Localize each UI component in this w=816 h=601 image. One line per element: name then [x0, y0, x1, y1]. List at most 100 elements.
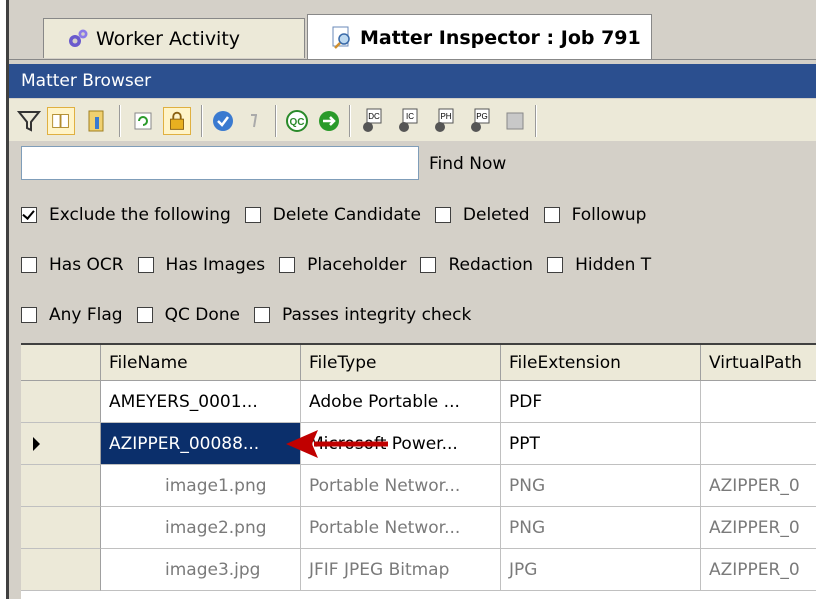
checkbox[interactable] — [244, 207, 261, 223]
checkbox[interactable] — [21, 257, 37, 273]
filter-delete-candidate[interactable]: Delete Candidate — [244, 205, 421, 225]
filter-followup[interactable]: Followup — [543, 205, 646, 225]
cell-virtualpath[interactable] — [701, 381, 816, 423]
checkbox[interactable] — [21, 207, 37, 223]
tab-divider — [9, 59, 816, 60]
toolbar-separator — [119, 105, 121, 137]
refresh-icon[interactable] — [129, 107, 157, 135]
cell-virtualpath[interactable]: AZIPPER_0 — [701, 465, 816, 507]
checkbox[interactable] — [420, 257, 437, 273]
cell-virtualpath[interactable]: AZIPPER_0 — [701, 549, 816, 591]
filter-passes-integrity[interactable]: Passes integrity check — [253, 305, 472, 325]
checkbox[interactable] — [136, 307, 153, 323]
checkbox[interactable] — [253, 307, 270, 323]
cell-fileextension[interactable]: JPG — [501, 549, 701, 591]
table-row-selected[interactable]: AZIPPER_00088... Microsoft Power... PPT — [21, 423, 816, 465]
find-now-button[interactable]: Find Now — [429, 150, 506, 178]
filter-label: Hidden T — [575, 255, 652, 275]
qc-icon[interactable]: QC — [283, 107, 311, 135]
book-icon[interactable] — [47, 107, 75, 135]
filter-label: Exclude the following — [49, 205, 231, 225]
column-header-filename[interactable]: FileName — [101, 345, 301, 381]
cell-fileextension[interactable]: PNG — [501, 507, 701, 549]
ph-icon[interactable]: PH — [431, 107, 459, 135]
pg-icon[interactable]: PG — [467, 107, 495, 135]
filter-label: QC Done — [164, 305, 240, 325]
table-row[interactable]: image2.png Portable Networ... PNG AZIPPE… — [21, 507, 816, 549]
filter-label: Has Images — [165, 255, 266, 275]
find-input[interactable] — [21, 146, 419, 180]
filter-placeholder[interactable]: Placeholder — [279, 255, 406, 275]
filter-any-flag[interactable]: Any Flag — [21, 305, 123, 325]
svg-text:PH: PH — [440, 112, 451, 121]
column-header-fileextension[interactable]: FileExtension — [501, 345, 701, 381]
ic-icon[interactable]: IC — [395, 107, 423, 135]
undo-icon[interactable] — [241, 107, 269, 135]
cell-filetype[interactable]: Portable Networ... — [301, 507, 501, 549]
filter-label: Has OCR — [49, 255, 124, 275]
table-row[interactable]: image1.png Portable Networ... PNG AZIPPE… — [21, 465, 816, 507]
toolbar-separator — [535, 105, 537, 137]
checkbox[interactable] — [434, 207, 451, 223]
cell-virtualpath[interactable] — [701, 423, 816, 465]
table-row[interactable]: AMEYERS_0001... Adobe Portable ... PDF — [21, 381, 816, 423]
cell-filename[interactable]: image3.jpg — [101, 549, 301, 591]
column-header-filetype[interactable]: FileType — [301, 345, 501, 381]
filter-has-ocr[interactable]: Has OCR — [21, 255, 124, 275]
filter-deleted[interactable]: Deleted — [434, 205, 530, 225]
filter-qc-done[interactable]: QC Done — [136, 305, 240, 325]
cell-filename[interactable]: image2.png — [101, 507, 301, 549]
columns-icon[interactable] — [83, 107, 111, 135]
cell-virtualpath[interactable]: AZIPPER_0 — [701, 507, 816, 549]
filter-label: Passes integrity check — [281, 305, 472, 325]
filter-hidden[interactable]: Hidden T — [547, 255, 651, 275]
cell-filetype[interactable]: Adobe Portable ... — [301, 381, 501, 423]
annotation-arrow-icon — [286, 430, 388, 458]
row-selector[interactable] — [21, 465, 101, 507]
filter-label: Redaction — [448, 255, 534, 275]
filter-label: Deleted — [462, 205, 530, 225]
filter-label: Placeholder — [307, 255, 407, 275]
cell-filetype[interactable]: Portable Networ... — [301, 465, 501, 507]
toolbar-separator — [349, 105, 351, 137]
checkbox[interactable] — [543, 207, 560, 223]
cell-fileextension[interactable]: PNG — [501, 465, 701, 507]
checkbox[interactable] — [21, 307, 37, 323]
cell-filename[interactable]: AMEYERS_0001... — [101, 381, 301, 423]
row-selector[interactable] — [21, 507, 101, 549]
cell-fileextension[interactable]: PDF — [501, 381, 701, 423]
svg-text:QC: QC — [290, 117, 305, 128]
stop-icon[interactable] — [501, 107, 529, 135]
filter-has-images[interactable]: Has Images — [137, 255, 266, 275]
svg-text:DC: DC — [368, 112, 380, 121]
grid-header: FileName FileType FileExtension VirtualP… — [21, 345, 816, 381]
filter-row-1: Exclude the following Delete Candidate D… — [21, 198, 660, 232]
cell-filename[interactable]: image1.png — [101, 465, 301, 507]
dc-icon[interactable]: DC — [359, 107, 387, 135]
row-selector[interactable] — [21, 423, 101, 465]
current-row-indicator-icon — [33, 437, 40, 451]
go-arrow-icon[interactable] — [315, 107, 343, 135]
check-icon[interactable] — [209, 107, 237, 135]
column-header-virtualpath[interactable]: VirtualPath — [701, 345, 816, 381]
table-row[interactable]: image3.jpg JFIF JPEG Bitmap JPG AZIPPER_… — [21, 549, 816, 591]
app-window: Worker Activity Matter Inspector : Job 7… — [6, 0, 816, 601]
checkbox[interactable] — [279, 257, 296, 273]
checkbox[interactable] — [137, 257, 154, 273]
panel-title: Matter Browser — [9, 64, 816, 98]
tab-worker-activity[interactable]: Worker Activity — [43, 18, 305, 58]
cell-fileextension[interactable]: PPT — [501, 423, 701, 465]
lock-icon[interactable] — [163, 107, 191, 135]
cell-filetype[interactable]: JFIF JPEG Bitmap — [301, 549, 501, 591]
filter-icon[interactable] — [15, 107, 43, 135]
filter-row-3: Any Flag QC Done Passes integrity check — [21, 298, 485, 332]
tab-matter-inspector[interactable]: Matter Inspector : Job 791 — [307, 14, 652, 60]
filter-redaction[interactable]: Redaction — [420, 255, 533, 275]
cell-filename[interactable]: AZIPPER_00088... — [101, 423, 301, 465]
row-selector[interactable] — [21, 549, 101, 591]
svg-text:IC: IC — [406, 112, 414, 121]
row-selector[interactable] — [21, 381, 101, 423]
checkbox[interactable] — [547, 257, 564, 273]
filter-label: Delete Candidate — [272, 205, 421, 225]
filter-exclude[interactable]: Exclude the following — [21, 205, 231, 225]
